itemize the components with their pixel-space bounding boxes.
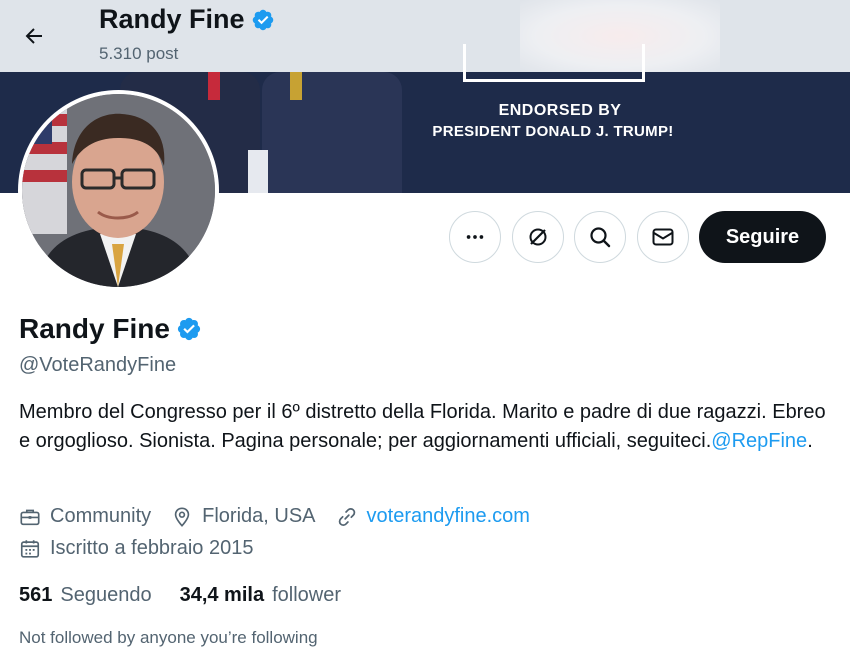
profile-avatar[interactable]	[18, 90, 219, 291]
profile-meta-row: Community Florida, USA voterandyfine.com	[19, 505, 550, 528]
profile-display-name: Randy Fine	[19, 313, 170, 344]
envelope-icon	[652, 228, 674, 246]
banner-text-line2: PRESIDENT DONALD J. TRUMP!	[432, 123, 674, 140]
meta-category-label: Community	[50, 505, 152, 527]
avatar-portrait-image	[22, 94, 215, 287]
avatar-photo	[22, 94, 215, 287]
back-button[interactable]	[14, 16, 54, 56]
following-count: 561	[19, 584, 53, 606]
search-icon	[590, 227, 611, 248]
meta-joined: Iscritto a febbraio 2015	[19, 537, 253, 560]
follow-button[interactable]: Seguire	[699, 211, 826, 263]
website-link[interactable]: voterandyfine.com	[367, 505, 530, 528]
post-count: 5.310 post	[99, 44, 179, 63]
search-profile-button[interactable]	[574, 211, 626, 263]
profile-handle: @VoteRandyFine	[19, 354, 177, 376]
banner-text-line1: ENDORSED BY	[498, 102, 622, 119]
follow-counts: 561 Seguendo 34,4 mila follower	[19, 584, 341, 607]
verified-badge-icon[interactable]	[176, 316, 202, 342]
banner-tie-gold	[290, 72, 302, 100]
bio-mention-link[interactable]: @RepFine	[711, 430, 807, 452]
meta-location-label: Florida, USA	[202, 505, 316, 527]
more-options-button[interactable]	[449, 211, 501, 263]
top-header: Randy Fine 5.310 post	[0, 0, 850, 72]
banner-person-right	[262, 72, 402, 193]
profile-bio: Membro del Congresso per il 6º distretto…	[19, 398, 839, 455]
grok-button[interactable]	[512, 211, 564, 263]
banner-shirt	[248, 150, 268, 193]
banner-tie-red	[208, 72, 220, 100]
bio-end: .	[807, 429, 813, 452]
link-icon	[338, 507, 355, 526]
profile-joined-row: Iscritto a febbraio 2015	[19, 537, 273, 560]
briefcase-icon	[20, 509, 40, 525]
arrow-left-icon	[25, 28, 42, 44]
followers-count: 34,4 mila	[179, 584, 265, 606]
bio-text: Membro del Congresso per il 6º distretto…	[19, 401, 826, 452]
not-followed-notice: Not followed by anyone you’re following	[19, 628, 318, 647]
following-label: Seguendo	[60, 584, 152, 606]
calendar-icon	[20, 539, 40, 558]
meta-joined-label: Iscritto a febbraio 2015	[50, 537, 254, 559]
meta-website[interactable]: voterandyfine.com	[336, 505, 530, 528]
profile-name-row: Randy Fine	[19, 313, 202, 345]
verified-badge-icon	[252, 9, 273, 30]
meta-location: Florida, USA	[171, 505, 316, 528]
header-name: Randy Fine	[99, 4, 245, 34]
more-dots-icon	[466, 235, 484, 239]
followers-link[interactable]: 34,4 mila follower	[180, 584, 341, 607]
message-button[interactable]	[637, 211, 689, 263]
followers-label: follower	[272, 584, 342, 606]
location-pin-icon	[174, 506, 190, 527]
following-link[interactable]: 561 Seguendo	[19, 584, 152, 607]
header-title: Randy Fine	[99, 4, 275, 35]
grok-icon	[529, 228, 547, 246]
meta-category: Community	[19, 505, 151, 528]
